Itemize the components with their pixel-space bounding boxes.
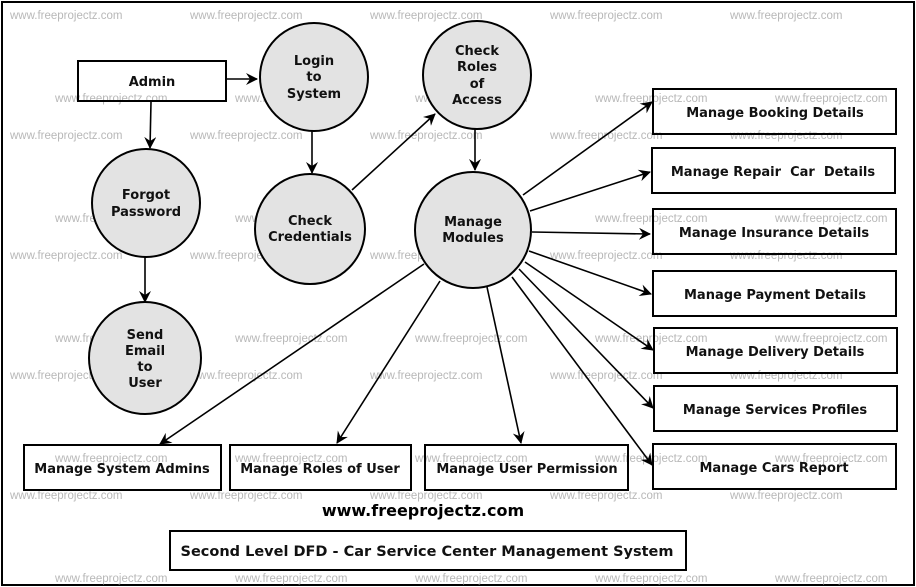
flow-modules-insurance	[531, 227, 651, 240]
watermark-text: www.freeprojectz.com	[549, 10, 662, 22]
caption-box: Second Level DFD - Car Service Center Ma…	[169, 530, 687, 571]
watermark-text: www.freeprojectz.com	[774, 93, 887, 105]
entity-repair-label: Manage Repair Car Details	[671, 165, 875, 180]
entity-payment-label: Manage Payment Details	[684, 288, 866, 303]
process-roles-line-1: Check	[455, 44, 499, 59]
watermark-text: www.freeprojectz.com	[549, 370, 662, 382]
watermark-text: www.freeprojectz.com	[594, 573, 707, 585]
process-login-line-2: to	[306, 70, 321, 85]
watermark-text: www.freeprojectz.com	[549, 490, 662, 502]
watermark-text: www.freeprojectz.com	[774, 213, 887, 225]
process-login-line-3: System	[287, 87, 341, 102]
flow-modules-user-permission	[486, 286, 525, 444]
entity-services-label: Manage Services Profiles	[683, 403, 867, 418]
entity-manage-roles-of-user: Manage Roles of User	[229, 444, 412, 491]
entity-roles-of-user-label: Manage Roles of User	[240, 462, 400, 477]
watermark-text: www.freeprojectz.com	[9, 130, 122, 142]
flow-credentials-roles	[351, 113, 436, 191]
watermark-text: www.freeprojectz.com	[189, 490, 302, 502]
flow-modules-delivery	[524, 261, 654, 351]
entity-manage-services-profiles: Manage Services Profiles	[653, 385, 898, 432]
process-manage-modules: Manage Modules	[414, 171, 532, 289]
flow-admin-forgot	[144, 101, 157, 149]
watermark-text: www.freeprojectz.com	[9, 490, 122, 502]
entity-manage-user-permission: Manage User Permission	[424, 444, 629, 491]
process-email-line-1: Send	[127, 328, 164, 343]
process-credentials-line-2: Credentials	[268, 230, 352, 245]
watermark-text: www.freeprojectz.com	[189, 10, 302, 22]
watermark-text: www.freeprojectz.com	[729, 370, 842, 382]
watermark-text: www.freeprojectz.com	[729, 130, 842, 142]
entity-insurance-label: Manage Insurance Details	[679, 226, 869, 241]
process-check-credentials: Check Credentials	[254, 173, 366, 285]
process-email-line-4: User	[128, 376, 162, 391]
watermark-text: www.freeprojectz.com	[774, 333, 887, 345]
dfd-diagram: www.freeprojectz.com www.freeprojectz.com…	[9, 10, 898, 585]
diagram-caption: Second Level DFD - Car Service Center Ma…	[181, 544, 674, 560]
watermark-text: www.freeprojectz.com	[234, 573, 347, 585]
watermark-text: www.freeprojectz.com	[729, 490, 842, 502]
watermark-text: www.freeprojectz.com	[9, 10, 122, 22]
entity-admin-label: Admin	[129, 75, 176, 90]
watermark-text: www.freeprojectz.com	[369, 10, 482, 22]
watermark-text: www.freeprojectz.com	[774, 573, 887, 585]
entity-user-permission-label: Manage User Permission	[436, 462, 617, 477]
watermark-text: www.freeprojectz.com	[414, 333, 527, 345]
watermark-text: www.freeprojectz.com	[549, 250, 662, 262]
process-check-roles-of-access: Check Roles of Access	[422, 20, 532, 130]
process-forgot-line-1: Forgot	[122, 188, 170, 203]
process-forgot-password: Forgot Password	[91, 148, 201, 258]
process-login-line-1: Login	[294, 54, 334, 69]
process-roles-line-2: Roles	[457, 60, 497, 75]
entity-manage-payment-details: Manage Payment Details	[652, 270, 897, 317]
entity-manage-repair-car-details: Manage Repair Car Details	[651, 147, 896, 194]
watermark-text: www.freeprojectz.com	[729, 10, 842, 22]
flow-modules-roles-of-user	[336, 280, 441, 444]
process-email-line-2: Email	[125, 344, 165, 359]
watermark-text: www.freeprojectz.com	[234, 333, 347, 345]
process-modules-line-2: Modules	[442, 231, 504, 246]
watermark-text: www.freeprojectz.com	[594, 333, 707, 345]
process-email-line-3: to	[137, 360, 152, 375]
watermark-text: www.freeprojectz.com	[369, 370, 482, 382]
process-login-to-system: Login to System	[259, 22, 369, 132]
watermark-text: www.freeprojectz.com	[189, 130, 302, 142]
entity-delivery-label: Manage Delivery Details	[686, 345, 865, 360]
entity-booking-label: Manage Booking Details	[686, 106, 864, 121]
process-roles-line-4: Access	[452, 93, 502, 108]
process-modules-line-1: Manage	[444, 215, 502, 230]
process-credentials-line-1: Check	[288, 214, 332, 229]
watermark-text: www.freeprojectz.com	[594, 213, 707, 225]
watermark-text: www.freeprojectz.com	[189, 370, 302, 382]
watermark-text: www.freeprojectz.com	[369, 130, 482, 142]
watermark-text: www.freeprojectz.com	[414, 573, 527, 585]
entity-manage-cars-report: Manage Cars Report	[652, 443, 897, 490]
entity-system-admins-label: Manage System Admins	[34, 462, 210, 477]
site-label: www.freeprojectz.com	[322, 501, 524, 520]
flow-modules-booking	[522, 101, 653, 196]
entity-manage-system-admins: Manage System Admins	[23, 444, 222, 491]
process-forgot-line-2: Password	[111, 205, 181, 220]
watermark-text: www.freeprojectz.com	[54, 573, 167, 585]
process-send-email-to-user: Send Email to User	[88, 301, 202, 415]
watermark-text: www.freeprojectz.com	[729, 250, 842, 262]
watermark-text: www.freeprojectz.com	[9, 250, 122, 262]
process-roles-line-3: of	[470, 77, 485, 92]
entity-cars-report-label: Manage Cars Report	[699, 461, 848, 476]
